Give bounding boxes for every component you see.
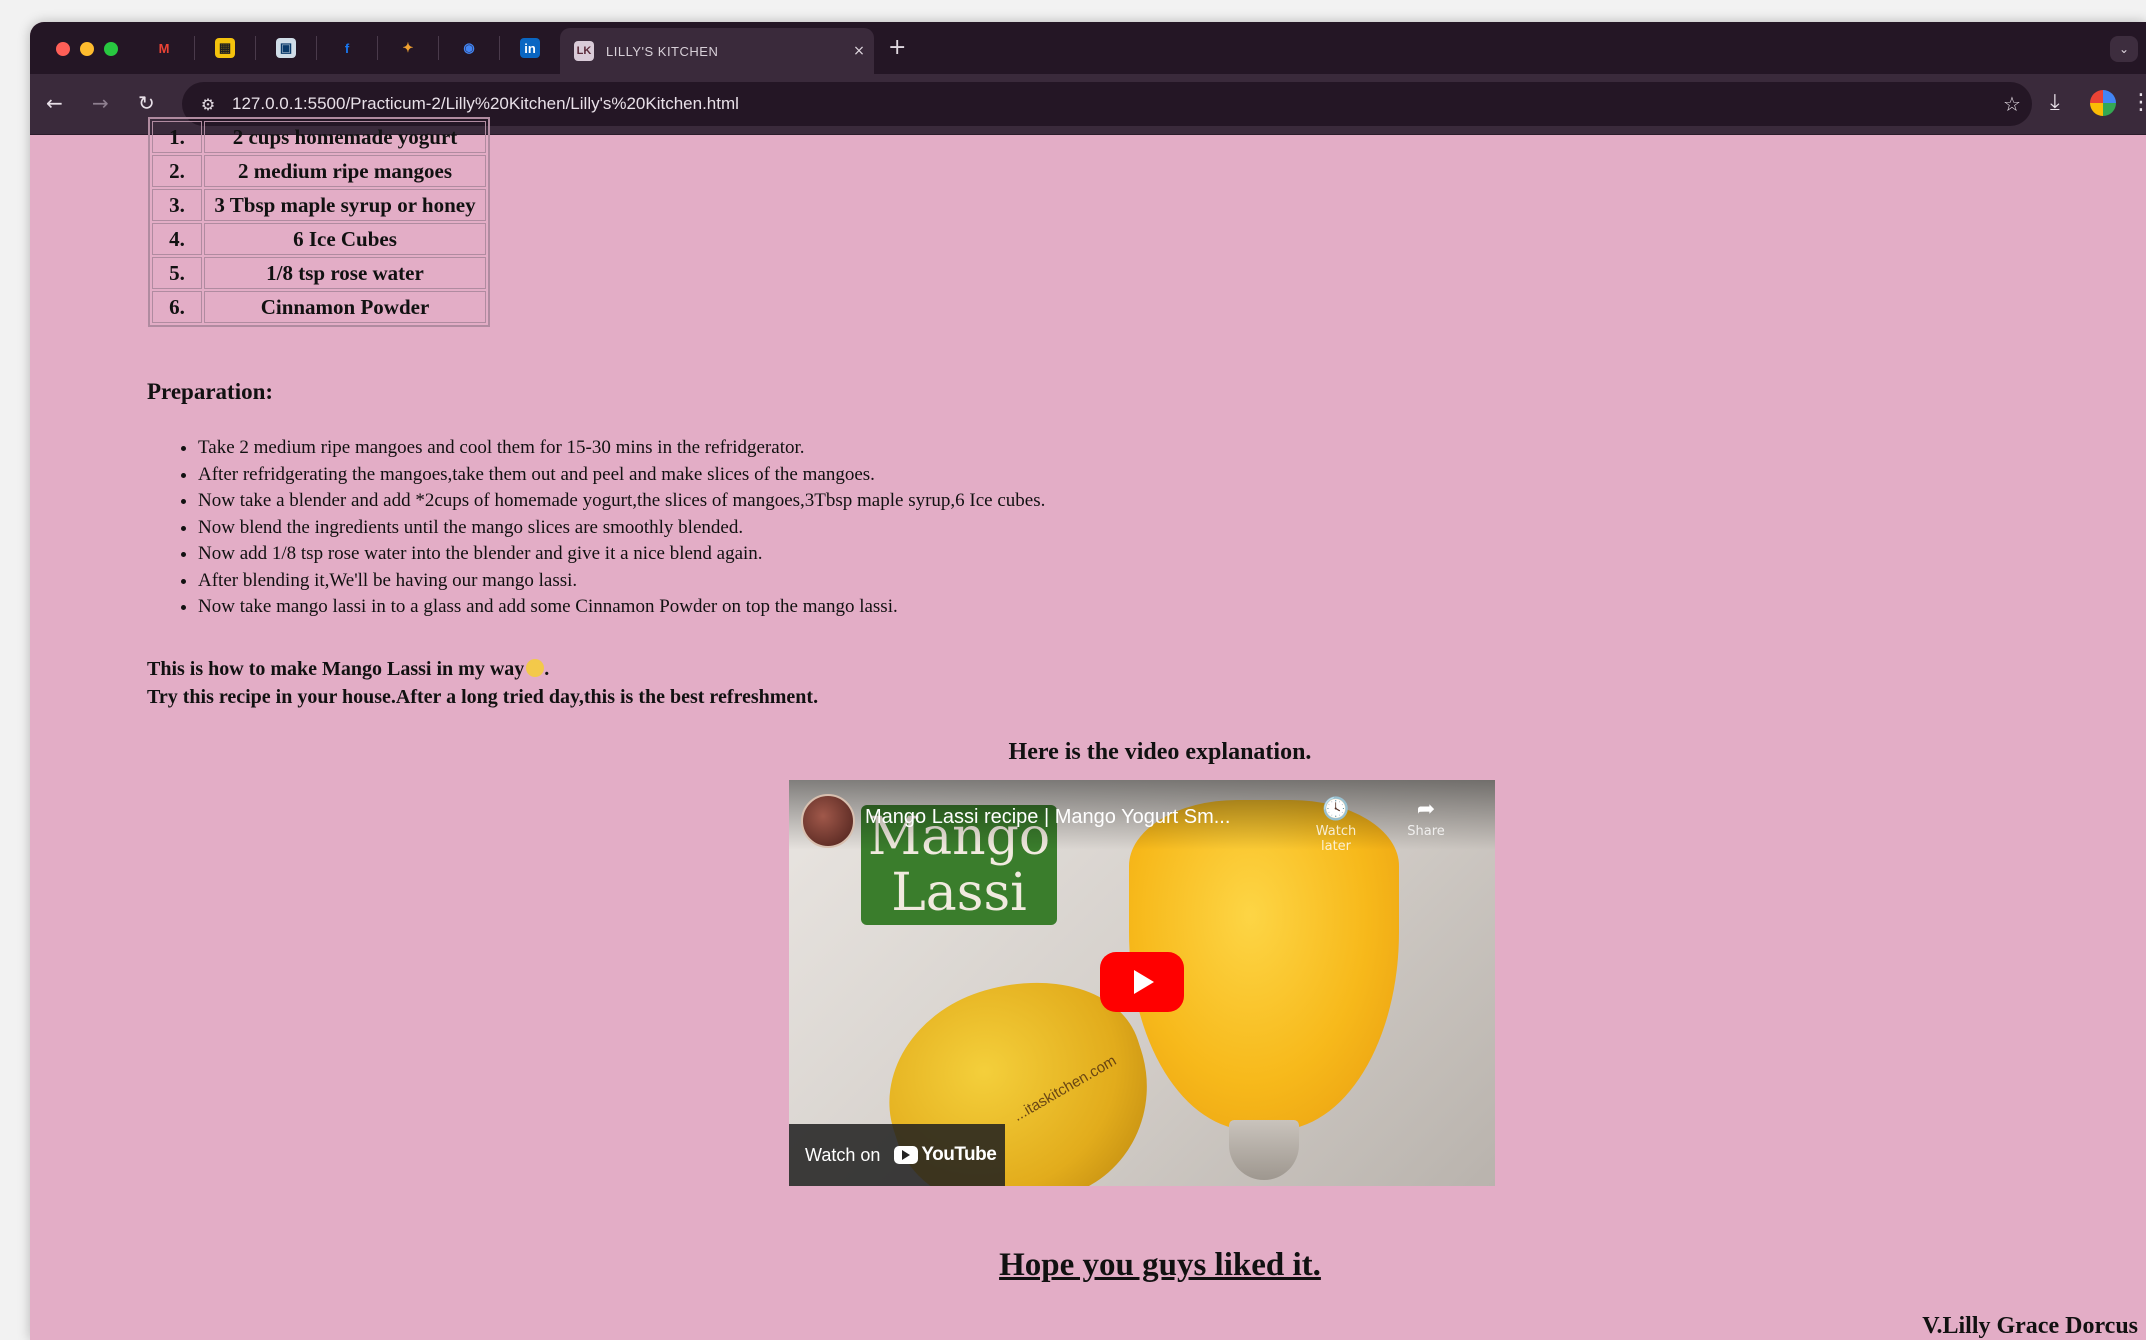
pinned-tab[interactable]: ▦ [195, 36, 256, 60]
outlook-icon: ▣ [276, 38, 296, 58]
tab-title: LILLY'S KITCHEN [606, 43, 719, 59]
ingredient-item: 2 cups homemade yogurt [204, 121, 486, 153]
table-row: 4. 6 Ice Cubes [152, 223, 486, 255]
ingredient-item: 3 Tbsp maple syrup or honey [204, 189, 486, 221]
profile-avatar-icon[interactable] [2090, 90, 2116, 116]
reload-icon[interactable]: ↻ [138, 90, 155, 116]
table-row: 2. 2 medium ripe mangoes [152, 155, 486, 187]
table-row: 1. 2 cups homemade yogurt [152, 121, 486, 153]
list-item: Take 2 medium ripe mangoes and cool them… [198, 435, 1045, 462]
facebook-icon: f [344, 40, 350, 56]
watch-on-label: Watch on [805, 1144, 881, 1165]
ingredient-number: 2. [152, 155, 202, 187]
kebab-menu-icon[interactable]: ⋮ [2130, 88, 2146, 118]
tab-lillys-kitchen[interactable]: LK LILLY'S KITCHEN × [560, 28, 874, 74]
play-icon [1134, 970, 1154, 994]
preparation-heading: Preparation: [147, 379, 274, 404]
pinned-tabs: M ▦ ▣ f ✦ ◉ in [134, 36, 560, 60]
ingredients-table: 1. 2 cups homemade yogurt 2. 2 medium ripe … [148, 117, 490, 327]
ingredient-item: 2 medium ripe mangoes [204, 155, 486, 187]
pinned-tab[interactable]: M [134, 36, 195, 60]
watch-on-youtube-button[interactable]: Watch on YouTube [789, 1124, 1005, 1186]
back-arrow-icon[interactable]: ← [46, 90, 63, 116]
watch-later-label: Watch later [1315, 824, 1357, 854]
page-content: 1. 2 cups homemade yogurt 2. 2 medium ripe … [30, 117, 2146, 1340]
url-text[interactable]: 127.0.0.1:5500/Practicum-2/Lilly%20Kitch… [232, 94, 1992, 114]
list-item: After refridgerating the mangoes,take th… [198, 462, 1045, 489]
preparation-steps-list: Take 2 medium ripe mangoes and cool them… [198, 435, 1045, 621]
share-label: Share [1407, 824, 1445, 839]
table-row: 6. Cinnamon Powder [152, 291, 486, 323]
pinned-tab[interactable]: ▣ [256, 36, 317, 60]
closing-line-1-end: . [544, 658, 550, 680]
table-row: 3. 3 Tbsp maple syrup or honey [152, 189, 486, 221]
gmail-icon: M [158, 40, 170, 56]
author-name: V.Lilly Grace Dorcus [1922, 1313, 2138, 1339]
closing-line-2: Try this recipe in your house.After a lo… [147, 686, 819, 708]
hope-message: Hope you guys liked it. [999, 1247, 1321, 1283]
pinned-tab[interactable]: ◉ [439, 36, 500, 60]
ingredient-number: 5. [152, 257, 202, 289]
list-item: Now take a blender and add *2cups of hom… [198, 488, 1045, 515]
ingredient-number: 1. [152, 121, 202, 153]
ingredient-number: 4. [152, 223, 202, 255]
chrome-icon: ◉ [463, 40, 475, 55]
list-item: Now add 1/8 tsp rose water into the blen… [198, 541, 1045, 568]
ingredient-item: 1/8 tsp rose water [204, 257, 486, 289]
video-heading: Here is the video explanation. [1008, 739, 1312, 765]
linkedin-icon: in [520, 38, 540, 58]
download-icon[interactable]: ⤓ [2050, 88, 2060, 118]
close-window-button[interactable] [56, 42, 70, 56]
share-arrow-icon: ➦ [1416, 797, 1436, 822]
ingredient-item: Cinnamon Powder [204, 291, 486, 323]
youtube-wordmark: YouTube [921, 1144, 997, 1165]
browser-window: M ▦ ▣ f ✦ ◉ in LK LILLY'S KITCHEN × + ⌄ ← → ↻ … [30, 22, 2146, 1340]
smile-emoji-icon [526, 659, 545, 677]
share-button[interactable]: ➦ Share [1396, 796, 1456, 839]
glass-stem-image [1229, 1120, 1299, 1180]
video-title[interactable]: Mango Lassi recipe | Mango Yogurt Sm... [865, 806, 1230, 829]
tab-close-icon[interactable]: × [844, 43, 874, 59]
ingredient-item: 6 Ice Cubes [204, 223, 486, 255]
watch-later-button[interactable]: 🕓 Watch later [1306, 796, 1366, 854]
tab-favicon-icon: LK [574, 41, 594, 61]
site-info-icon[interactable]: ⚙ [196, 92, 220, 116]
pinned-tab[interactable]: in [500, 36, 560, 60]
sheets-icon: ▦ [215, 38, 235, 58]
list-item: Now blend the ingredients until the mang… [198, 515, 1045, 542]
new-tab-button[interactable]: + [888, 36, 906, 60]
youtube-logo-icon: YouTube [894, 1144, 997, 1166]
table-row: 5. 1/8 tsp rose water [152, 257, 486, 289]
forward-arrow-icon[interactable]: → [92, 90, 109, 116]
thumbnail-text-lassi: Lassi [891, 863, 1027, 923]
tab-strip: M ▦ ▣ f ✦ ◉ in LK LILLY'S KITCHEN × + ⌄ [30, 22, 2146, 74]
maximize-window-button[interactable] [104, 42, 118, 56]
list-item: After blending it,We'll be having our ma… [198, 568, 1045, 595]
photos-icon: ✦ [402, 40, 414, 55]
bookmark-star-icon[interactable]: ☆ [1992, 92, 2032, 116]
play-button[interactable] [1100, 952, 1184, 1012]
ingredient-number: 3. [152, 189, 202, 221]
minimize-window-button[interactable] [80, 42, 94, 56]
youtube-embed[interactable]: ...itaskitchen.com Mango Lassi Mango Las… [789, 780, 1495, 1186]
channel-avatar[interactable] [801, 794, 855, 848]
closing-text: This is how to make Mango Lassi in my wa… [147, 655, 818, 711]
pinned-tab[interactable]: ✦ [378, 36, 439, 60]
tab-search-chevron-icon[interactable]: ⌄ [2110, 36, 2138, 62]
ingredient-number: 6. [152, 291, 202, 323]
list-item: Now take mango lassi in to a glass and a… [198, 594, 1045, 621]
pinned-tab[interactable]: f [317, 36, 378, 60]
closing-line-1: This is how to make Mango Lassi in my wa… [147, 658, 525, 680]
clock-icon: 🕓 [1322, 797, 1350, 822]
